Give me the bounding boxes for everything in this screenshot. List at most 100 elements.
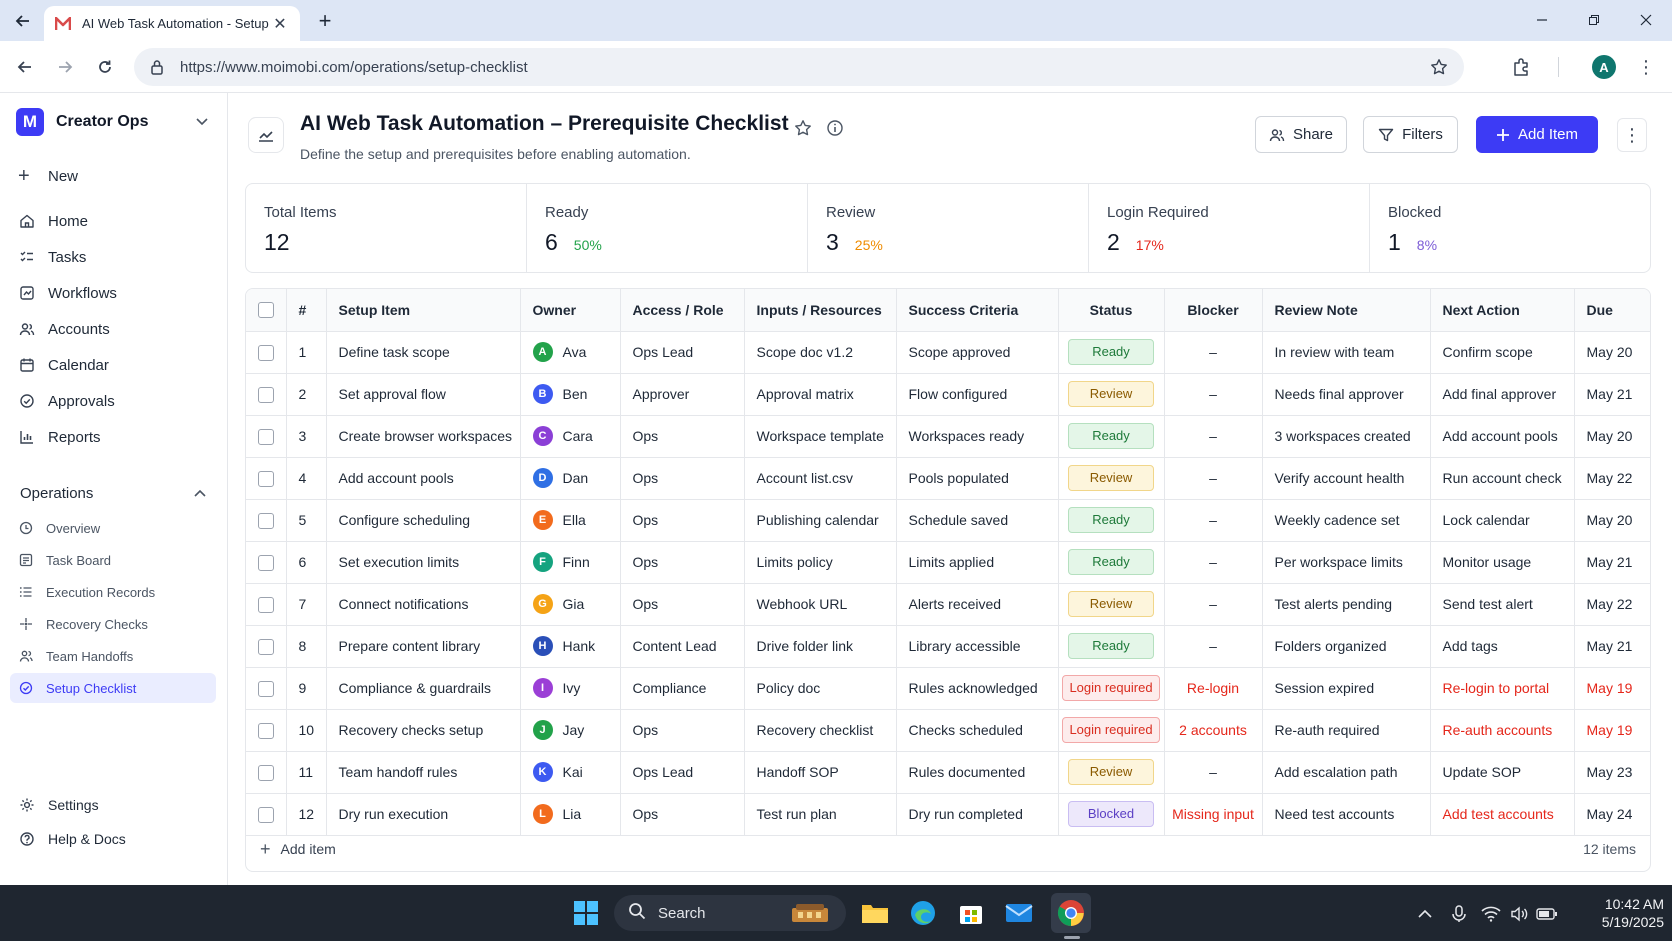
microphone-icon[interactable] [1448,903,1470,925]
wifi-icon[interactable] [1480,903,1502,925]
owner-cell[interactable]: E Ella [520,499,621,542]
sidebar-item-execution-records[interactable]: Execution Records [18,577,216,607]
table-row[interactable]: 3 Create browser workspaces C Cara Ops Worksp… [246,415,1650,458]
forward-icon[interactable] [51,53,79,81]
next-action-cell[interactable]: Monitor usage [1430,541,1575,584]
owner-cell[interactable]: D Dan [520,457,621,500]
setup-item-cell[interactable]: Configure scheduling [326,499,521,542]
new-button[interactable]: + New [18,163,208,189]
setup-item-cell[interactable]: Compliance & guardrails [326,667,521,710]
owner-cell[interactable]: G Gia [520,583,621,626]
edge-browser-icon[interactable] [903,893,943,933]
workflow-page-icon[interactable] [248,117,284,153]
next-action-cell[interactable]: Confirm scope [1430,331,1575,374]
row-checkbox[interactable] [257,722,274,739]
column-header[interactable]: Access / Role [620,289,745,332]
row-checkbox[interactable] [257,428,274,445]
status-badge[interactable]: Ready [1068,339,1154,365]
setup-item-cell[interactable]: Set execution limits [326,541,521,584]
row-checkbox[interactable] [257,638,274,655]
column-header[interactable]: Blocker [1164,289,1263,332]
owner-cell[interactable]: C Cara [520,415,621,458]
setup-item-cell[interactable]: Define task scope [326,331,521,374]
setup-item-cell[interactable]: Prepare content library [326,625,521,668]
favorite-star-icon[interactable] [792,117,814,139]
url-text[interactable]: https://www.moimobi.com/operations/setup… [180,59,1428,76]
sidebar-item-accounts[interactable]: Accounts [18,315,210,343]
next-action-cell[interactable]: Add account pools [1430,415,1575,458]
row-checkbox[interactable] [257,764,274,781]
column-header[interactable]: Success Criteria [896,289,1059,332]
setup-item-cell[interactable]: Add account pools [326,457,521,500]
sidebar-item-tasks[interactable]: Tasks [18,243,210,271]
sidebar-item-workflows[interactable]: Workflows [18,279,210,307]
sidebar-item-calendar[interactable]: Calendar [18,351,210,379]
status-badge[interactable]: Blocked [1068,801,1154,827]
file-explorer-icon[interactable] [855,893,895,933]
column-header[interactable]: Due [1574,289,1650,332]
new-tab-button[interactable]: + [312,8,338,34]
battery-icon[interactable] [1536,903,1558,925]
restore-icon[interactable] [1572,6,1616,34]
row-checkbox[interactable] [257,470,274,487]
table-row[interactable]: 11 Team handoff rules K Kai Ops Lead Handoff … [246,751,1650,794]
table-row[interactable]: 4 Add account pools D Dan Ops Account list.cs… [246,457,1650,500]
tab-back-icon[interactable] [10,9,36,33]
setup-item-cell[interactable]: Team handoff rules [326,751,521,794]
owner-cell[interactable]: K Kai [520,751,621,794]
microsoft-store-icon[interactable] [951,893,991,933]
tab-close-icon[interactable]: ✕ [270,14,290,34]
sidebar-item-help[interactable]: Help & Docs [18,825,210,853]
row-checkbox[interactable] [257,806,274,823]
select-all-checkbox[interactable] [257,302,274,319]
close-window-icon[interactable] [1624,6,1668,34]
chevron-up-tray-icon[interactable] [1414,903,1436,925]
setup-item-cell[interactable]: Recovery checks setup [326,709,521,752]
info-icon[interactable] [824,117,846,139]
back-icon[interactable] [11,53,39,81]
sidebar-item-approvals[interactable]: Approvals [18,387,210,415]
table-row[interactable]: 5 Configure scheduling E Ella Ops Publishing … [246,499,1650,542]
status-badge[interactable]: Ready [1068,423,1154,449]
row-checkbox[interactable] [257,512,274,529]
owner-cell[interactable]: H Hank [520,625,621,668]
table-row[interactable]: 6 Set execution limits F Finn Ops Limits poli… [246,541,1650,584]
chrome-taskbar-icon[interactable] [1051,893,1091,933]
windows-start-icon[interactable] [566,893,606,933]
more-options-icon[interactable]: ⋮ [1617,118,1647,152]
owner-cell[interactable]: I Ivy [520,667,621,710]
next-action-cell[interactable]: Re-login to portal [1430,667,1575,710]
next-action-cell[interactable]: Lock calendar [1430,499,1575,542]
status-badge[interactable]: Review [1068,591,1154,617]
table-row[interactable]: 10 Recovery checks setup J Jay Ops Recovery c… [246,709,1650,752]
setup-item-cell[interactable]: Create browser workspaces [326,415,521,458]
sidebar-item-settings[interactable]: Settings [18,791,210,819]
reload-icon[interactable] [91,53,119,81]
column-header[interactable]: Next Action [1430,289,1575,332]
sidebar-item-overview[interactable]: Overview [18,513,216,543]
table-row[interactable]: 2 Set approval flow B Ben Approver Approval m… [246,373,1650,416]
profile-avatar[interactable]: A [1592,55,1616,79]
next-action-cell[interactable]: Run account check [1430,457,1575,500]
column-header[interactable]: Owner [520,289,621,332]
setup-item-cell[interactable]: Set approval flow [326,373,521,416]
row-checkbox[interactable] [257,386,274,403]
table-row[interactable]: 1 Define task scope A Ava Ops Lead Scope doc … [246,331,1650,374]
row-checkbox[interactable] [257,344,274,361]
column-header[interactable]: Setup Item [326,289,521,332]
status-badge[interactable]: Review [1068,759,1154,785]
status-badge[interactable]: Ready [1068,633,1154,659]
sidebar-item-home[interactable]: Home [18,207,210,235]
owner-cell[interactable]: F Finn [520,541,621,584]
column-header[interactable]: Status [1058,289,1165,332]
volume-icon[interactable] [1508,903,1530,925]
sidebar-item-setup-checklist[interactable]: Setup Checklist [10,673,216,703]
owner-cell[interactable]: A Ava [520,331,621,374]
table-row[interactable]: 8 Prepare content library H Hank Content Lea… [246,625,1650,668]
status-badge[interactable]: Review [1068,381,1154,407]
next-action-cell[interactable]: Add final approver [1430,373,1575,416]
owner-cell[interactable]: B Ben [520,373,621,416]
extensions-icon[interactable] [1508,54,1534,80]
bookmark-star-icon[interactable] [1428,56,1450,78]
next-action-cell[interactable]: Add tags [1430,625,1575,668]
